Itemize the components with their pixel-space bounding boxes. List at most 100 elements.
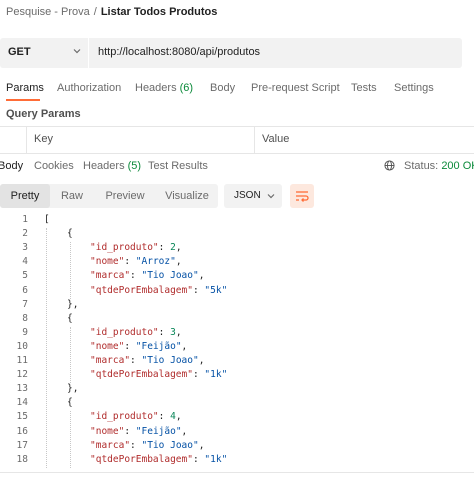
json-punctuation: : — [192, 284, 205, 296]
view-mode-group: Pretty Raw Preview Visualize — [0, 184, 218, 208]
status-label: Status: — [404, 160, 439, 172]
json-punctuation: , — [181, 425, 188, 437]
json-string: "1k" — [204, 453, 228, 465]
code-line: "marca": "Tio Joao", — [90, 355, 204, 366]
json-punctuation: }, — [67, 298, 79, 310]
chevron-down-icon[interactable] — [72, 46, 82, 56]
bottom-divider — [0, 472, 474, 473]
json-key: "nome" — [90, 340, 125, 352]
json-string: "5k" — [204, 284, 228, 296]
tab-tests[interactable]: Tests — [351, 82, 377, 94]
headers-count: (6) — [179, 82, 194, 94]
code-line: "nome": "Arroz", — [90, 256, 182, 267]
code-line: "id_produto": 4, — [90, 411, 182, 422]
pretty-button[interactable]: Pretty — [0, 184, 50, 208]
request-bar: GET http://localhost:8080/api/produtos — [0, 38, 462, 68]
json-key: "qtdePorEmbalagem" — [90, 284, 193, 296]
raw-button[interactable]: Raw — [50, 184, 94, 208]
json-string: "Feijão" — [135, 340, 182, 352]
json-punctuation: : — [130, 355, 142, 366]
url-input[interactable]: http://localhost:8080/api/produtos — [98, 46, 260, 58]
code-line: "nome": "Feijão", — [90, 341, 187, 352]
json-key: "marca" — [90, 270, 131, 282]
format-select[interactable]: JSON — [224, 184, 282, 208]
json-punctuation: : — [124, 340, 136, 352]
preview-button[interactable]: Preview — [94, 184, 156, 208]
tab-body[interactable]: Body — [210, 82, 235, 94]
json-punctuation: : — [158, 326, 171, 338]
json-key: "marca" — [90, 355, 131, 366]
tab-response-headers[interactable]: Headers (5) — [83, 160, 141, 172]
line-number: 3 — [22, 242, 28, 254]
format-value: JSON — [234, 190, 261, 201]
json-punctuation: : — [192, 453, 205, 465]
tab-response-body[interactable]: Body — [0, 160, 23, 172]
json-punctuation: : — [124, 425, 136, 437]
json-string: "Feijão" — [135, 425, 182, 437]
line-number: 13 — [16, 383, 28, 395]
line-number: 10 — [16, 340, 28, 352]
code-line: }, — [67, 299, 78, 310]
line-number: 4 — [22, 256, 28, 268]
json-punctuation: , — [198, 355, 205, 366]
line-number: 11 — [16, 355, 28, 366]
code-line: { — [67, 313, 73, 324]
status-code[interactable]: 200 OK — [441, 160, 474, 172]
active-tab-indicator — [6, 99, 40, 101]
json-key: "marca" — [90, 439, 131, 451]
code-line: "qtdePorEmbalagem": "1k" — [90, 369, 227, 380]
json-punctuation: : — [130, 270, 142, 282]
table-divider — [26, 127, 27, 153]
visualize-button[interactable]: Visualize — [156, 184, 218, 208]
chevron-down-icon — [267, 194, 275, 199]
json-string: "Tio Joao" — [141, 270, 199, 282]
response-status: Status: 200 OK — [384, 160, 474, 172]
line-number: 9 — [22, 326, 28, 338]
json-key: "id_produto" — [90, 326, 159, 338]
globe-icon[interactable] — [384, 160, 395, 171]
json-punctuation: , — [198, 439, 205, 451]
code-line: "qtdePorEmbalagem": "1k" — [90, 454, 227, 465]
response-headers-count: (5) — [127, 160, 142, 172]
json-punctuation: : — [158, 411, 171, 423]
breadcrumb-collection[interactable]: Pesquise - Prova — [6, 6, 90, 18]
tab-test-results[interactable]: Test Results — [148, 160, 208, 172]
tab-params[interactable]: Params — [6, 82, 44, 94]
json-punctuation: { — [67, 312, 73, 324]
tab-cookies[interactable]: Cookies — [34, 160, 74, 172]
tab-pre-request-script[interactable]: Pre-request Script — [251, 82, 340, 94]
breadcrumb-separator: / — [93, 6, 97, 18]
wrap-lines-icon — [296, 191, 309, 202]
json-punctuation: , — [175, 326, 182, 338]
line-number: 5 — [22, 270, 28, 282]
json-key: "id_produto" — [90, 411, 159, 423]
indent-guide — [70, 326, 71, 384]
wrap-lines-button[interactable] — [290, 184, 314, 208]
json-punctuation: , — [175, 242, 182, 254]
json-punctuation: , — [175, 411, 182, 423]
code-line: [ — [44, 214, 50, 225]
tab-authorization[interactable]: Authorization — [57, 82, 121, 94]
json-punctuation: , — [181, 340, 188, 352]
indent-guide — [46, 228, 47, 468]
code-line: }, — [67, 383, 78, 394]
request-title[interactable]: Listar Todos Produtos — [101, 6, 218, 18]
code-line: { — [67, 228, 73, 239]
response-body-editor[interactable]: 1 [2 {3 "id_produto": 2, 4 "nome": "Arroz", 5 "… — [0, 212, 474, 478]
json-punctuation: }, — [67, 383, 79, 395]
json-punctuation: : — [124, 256, 136, 268]
method-select[interactable]: GET — [8, 46, 31, 58]
breadcrumb: Pesquise - Prova / Listar Todos Produtos — [6, 6, 217, 18]
line-number: 14 — [16, 397, 28, 409]
line-number: 16 — [16, 425, 28, 437]
line-number: 17 — [16, 439, 28, 451]
table-divider — [254, 127, 255, 153]
query-params-title: Query Params — [6, 108, 81, 120]
tab-settings[interactable]: Settings — [394, 82, 434, 94]
tab-headers[interactable]: Headers (6) — [135, 82, 193, 94]
line-number: 8 — [22, 312, 28, 324]
code-line: "qtdePorEmbalagem": "5k" — [90, 285, 227, 296]
line-number: 6 — [22, 284, 28, 296]
line-number: 1 — [22, 214, 28, 225]
json-key: "qtdePorEmbalagem" — [90, 453, 193, 465]
